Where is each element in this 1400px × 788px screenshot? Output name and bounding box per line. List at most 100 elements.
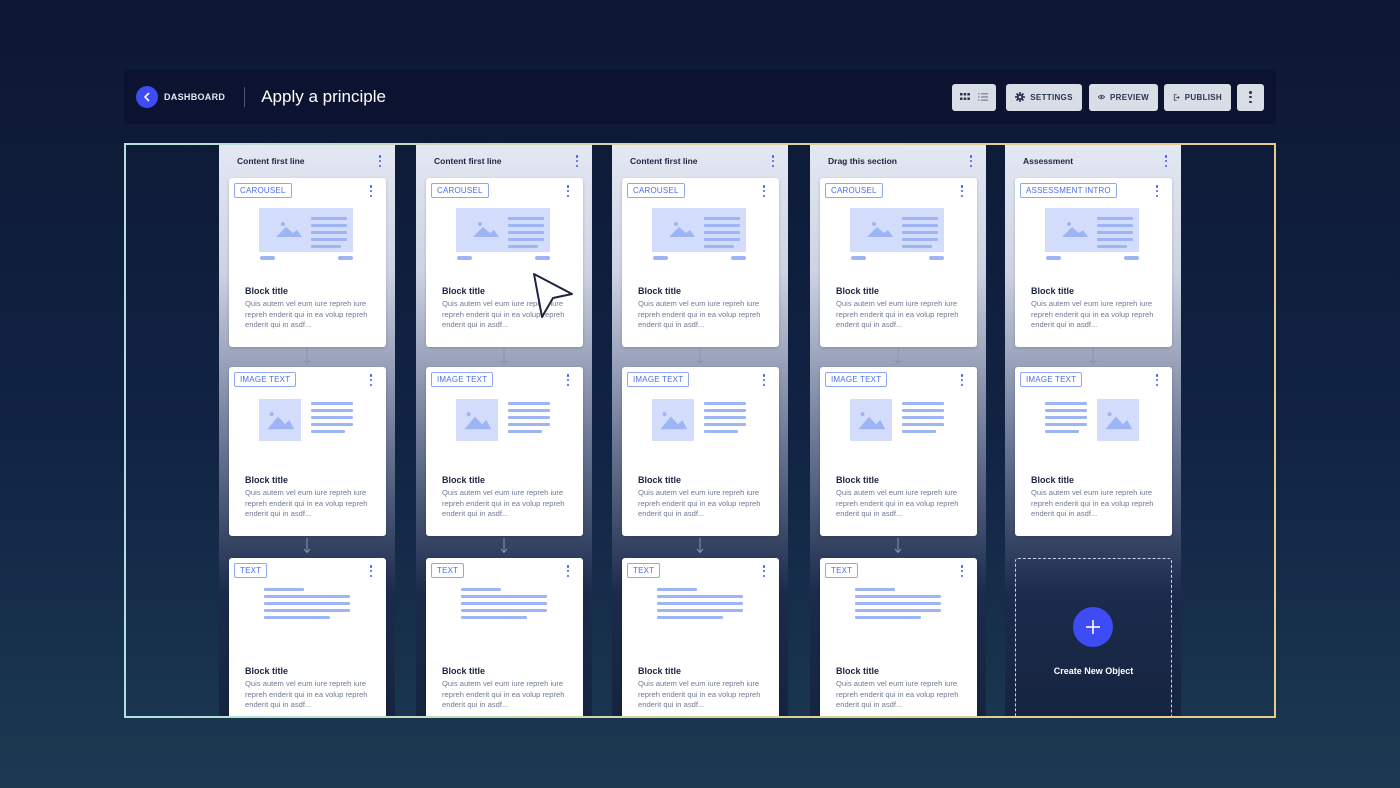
more-vertical-icon[interactable] [572, 155, 582, 167]
more-vertical-icon[interactable] [366, 565, 376, 577]
more-vertical-icon[interactable] [768, 155, 778, 167]
more-vertical-icon[interactable] [366, 374, 376, 386]
publish-button[interactable]: PUBLISH [1164, 83, 1231, 111]
more-vertical-icon[interactable] [957, 374, 967, 386]
block-type-tag: CAROUSEL [234, 183, 292, 198]
section-column[interactable]: Content first line CAROUSEL Block title … [612, 145, 788, 716]
block-title: Block title [442, 475, 486, 485]
block-type-tag: IMAGE TEXT [1020, 372, 1083, 387]
block-body: Quis autem vel eum iure repreh iure repr… [442, 299, 565, 330]
block-body: Quis autem vel eum iure repreh iure repr… [245, 488, 368, 519]
block-card[interactable]: CAROUSEL Block title Quis autem vel eum … [622, 178, 779, 347]
block-illustration [1045, 208, 1139, 260]
block-body: Quis autem vel eum iure repreh iure repr… [245, 679, 368, 710]
dashboard-link[interactable]: DASHBOARD [164, 92, 225, 102]
more-vertical-icon[interactable] [375, 155, 385, 167]
block-illustration [652, 208, 746, 260]
block-body: Quis autem vel eum iure repreh iure repr… [442, 679, 565, 710]
list-view-icon[interactable] [978, 93, 988, 101]
image-icon [1045, 399, 1139, 441]
block-body: Quis autem vel eum iure repreh iure repr… [1031, 488, 1154, 519]
block-title: Block title [245, 286, 289, 296]
section-header[interactable]: Content first line [612, 145, 788, 177]
section-column[interactable]: Drag this section CAROUSEL Block title Q… [810, 145, 986, 716]
connector-arrow-icon [303, 349, 311, 365]
block-body: Quis autem vel eum iure repreh iure repr… [836, 488, 959, 519]
image-icon [1045, 208, 1139, 260]
block-title: Block title [638, 475, 682, 485]
section-header[interactable]: Content first line [416, 145, 592, 177]
more-vertical-icon[interactable] [1152, 374, 1162, 386]
block-card[interactable]: TEXT Block title Quis autem vel eum iure… [229, 558, 386, 716]
more-vertical-icon[interactable] [957, 185, 967, 197]
more-vertical-icon[interactable] [759, 374, 769, 386]
section-header[interactable]: Assessment [1005, 145, 1181, 177]
connector-arrow-icon [696, 538, 704, 554]
preview-label: PREVIEW [1110, 92, 1149, 102]
block-illustration [259, 208, 353, 260]
more-vertical-icon[interactable] [759, 185, 769, 197]
block-card[interactable]: TEXT Block title Quis autem vel eum iure… [426, 558, 583, 716]
gear-icon [1015, 92, 1026, 102]
back-button[interactable] [136, 86, 158, 108]
block-card[interactable]: IMAGE TEXT Block title Quis autem vel eu… [820, 367, 977, 536]
block-card[interactable]: TEXT Block title Quis autem vel eum iure… [820, 558, 977, 716]
block-card[interactable]: TEXT Block title Quis autem vel eum iure… [622, 558, 779, 716]
settings-button[interactable]: SETTINGS [1006, 83, 1082, 111]
more-vertical-icon[interactable] [759, 565, 769, 577]
grid-view-icon[interactable] [960, 93, 970, 101]
create-object-area[interactable]: Create New Object [1015, 558, 1172, 716]
settings-label: SETTINGS [1030, 92, 1073, 102]
eye-icon [1098, 94, 1105, 100]
more-vertical-icon[interactable] [563, 185, 573, 197]
more-vertical-icon[interactable] [1161, 155, 1171, 167]
block-type-tag: ASSESSMENT INTRO [1020, 183, 1117, 198]
create-object-button[interactable] [1073, 607, 1113, 647]
create-object-label: Create New Object [1053, 666, 1134, 676]
top-bar: DASHBOARD Apply a principle SETTINGS PRE… [124, 70, 1276, 124]
block-card[interactable]: IMAGE TEXT Block title Quis autem vel eu… [229, 367, 386, 536]
block-card[interactable]: CAROUSEL Block title Quis autem vel eum … [426, 178, 583, 347]
image-icon [652, 399, 746, 441]
block-title: Block title [638, 666, 682, 676]
preview-button[interactable]: PREVIEW [1089, 83, 1158, 111]
more-vertical-icon[interactable] [957, 565, 967, 577]
block-type-tag: IMAGE TEXT [234, 372, 297, 387]
block-card[interactable]: IMAGE TEXT Block title Quis autem vel eu… [622, 367, 779, 536]
block-illustration [1045, 399, 1139, 441]
block-card[interactable]: ASSESSMENT INTRO Block title Quis autem … [1015, 178, 1172, 347]
block-card[interactable]: IMAGE TEXT Block title Quis autem vel eu… [426, 367, 583, 536]
block-body: Quis autem vel eum iure repreh iure repr… [638, 488, 761, 519]
more-vertical-icon[interactable] [966, 155, 976, 167]
image-icon [652, 208, 746, 260]
section-column[interactable]: Content first line CAROUSEL Block title … [416, 145, 592, 716]
block-type-tag: CAROUSEL [627, 183, 685, 198]
connector-arrow-icon [500, 349, 508, 365]
chevron-left-icon [144, 92, 150, 102]
section-header[interactable]: Drag this section [810, 145, 986, 177]
block-card[interactable]: IMAGE TEXT Block title Quis autem vel eu… [1015, 367, 1172, 536]
more-options-button[interactable] [1237, 83, 1264, 111]
block-type-tag: TEXT [627, 563, 661, 578]
more-vertical-icon[interactable] [1152, 185, 1162, 197]
block-body: Quis autem vel eum iure repreh iure repr… [638, 679, 761, 710]
section-board: Content first line CAROUSEL Block title … [124, 143, 1276, 718]
connector-arrow-icon [894, 349, 902, 365]
block-illustration [850, 399, 944, 441]
section-column[interactable]: Assessment ASSESSMENT INTRO Block title … [1005, 145, 1181, 716]
block-card[interactable]: CAROUSEL Block title Quis autem vel eum … [229, 178, 386, 347]
image-icon [657, 588, 743, 619]
view-toggle[interactable] [952, 83, 996, 111]
plus-icon [1086, 620, 1100, 634]
more-vertical-icon[interactable] [563, 565, 573, 577]
section-title: Assessment [1023, 156, 1074, 166]
block-type-tag: CAROUSEL [431, 183, 489, 198]
more-vertical-icon[interactable] [366, 185, 376, 197]
section-header[interactable]: Content first line [219, 145, 395, 177]
block-card[interactable]: CAROUSEL Block title Quis autem vel eum … [820, 178, 977, 347]
more-vertical-icon[interactable] [563, 374, 573, 386]
block-illustration [657, 588, 743, 619]
section-column[interactable]: Content first line CAROUSEL Block title … [219, 145, 395, 716]
block-title: Block title [638, 286, 682, 296]
section-title: Content first line [434, 156, 502, 166]
